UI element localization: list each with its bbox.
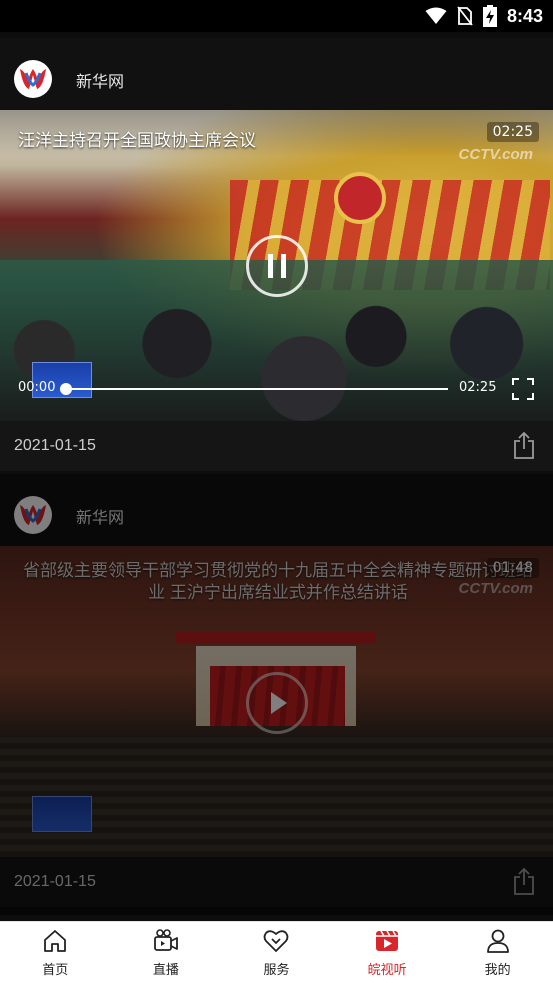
tab-home[interactable]: 首页 — [0, 922, 111, 983]
source-name[interactable]: 新华网 — [76, 504, 124, 528]
video-play-icon — [376, 930, 399, 951]
publish-date: 2021-01-15 — [14, 873, 96, 890]
xinwen-lianbo-logo — [32, 796, 92, 832]
card-header: 新华网 — [0, 38, 553, 110]
play-button[interactable] — [246, 672, 308, 734]
source-avatar[interactable] — [14, 60, 52, 98]
card-footer: 2021-01-15 — [0, 421, 553, 471]
service-heart-icon — [264, 930, 289, 952]
play-icon — [271, 692, 287, 714]
video-player[interactable]: 汪洋主持召开全国政协主席会议 02:25 CCTV.com 00:00 02:2… — [0, 110, 553, 421]
current-time: 00:00 — [18, 380, 56, 395]
video-card[interactable]: 新华网 省部级主要领导干部学习贯彻党的十九届五中全会精神专题研讨班结业 王沪宁出… — [0, 474, 553, 915]
progress-track[interactable] — [64, 388, 448, 390]
tab-label: 直播 — [152, 962, 179, 977]
bottom-tab-bar: 首页 直播 服务 皖视听 我的 — [0, 921, 553, 983]
cctv-watermark: CCTV.com — [458, 146, 533, 163]
publish-date: 2021-01-15 — [14, 437, 96, 454]
fullscreen-icon[interactable] — [512, 378, 534, 400]
source-name[interactable]: 新华网 — [76, 68, 124, 92]
tab-live[interactable]: 直播 — [111, 922, 222, 983]
wifi-icon — [425, 7, 447, 24]
xinhua-logo-icon — [20, 69, 46, 89]
tab-service[interactable]: 服务 — [221, 922, 332, 983]
share-icon[interactable] — [513, 867, 535, 895]
home-icon — [44, 930, 67, 952]
video-card: 新华网 汪洋主持召开全国政协主席会议 02:25 CCTV.com 00:00 … — [0, 38, 553, 471]
pause-button[interactable] — [246, 235, 308, 297]
cctv-watermark: CCTV.com — [458, 580, 533, 597]
no-sim-icon — [457, 6, 473, 26]
card-footer: 2021-01-15 — [0, 857, 553, 907]
video-frame-emblem — [334, 172, 386, 224]
tab-video[interactable]: 皖视听 — [332, 922, 443, 983]
total-time: 02:25 — [459, 380, 497, 395]
user-icon — [486, 929, 509, 953]
tab-label: 服务 — [263, 962, 290, 977]
video-title: 汪洋主持召开全国政协主席会议 — [18, 131, 256, 150]
card-header: 新华网 — [0, 474, 553, 546]
video-feed[interactable]: 新华网 汪洋主持召开全国政协主席会议 02:25 CCTV.com 00:00 … — [0, 32, 553, 921]
pause-icon — [268, 254, 286, 278]
progress-knob[interactable] — [60, 383, 72, 395]
xinhua-logo-icon — [20, 505, 46, 525]
battery-charging-icon — [482, 5, 497, 27]
tab-label: 皖视听 — [367, 962, 407, 977]
status-icons: 8:43 — [425, 4, 543, 28]
tab-label: 我的 — [484, 962, 511, 977]
video-duration: 01:48 — [486, 558, 539, 578]
video-thumbnail[interactable]: 省部级主要领导干部学习贯彻党的十九届五中全会精神专题研讨班结业 王沪宁出席结业式… — [0, 546, 553, 857]
playback-controls: 00:00 02:25 — [0, 372, 553, 402]
video-duration: 02:25 — [486, 122, 539, 142]
video-frame-banner — [176, 632, 376, 644]
status-bar: 8:43 — [0, 0, 553, 32]
source-avatar[interactable] — [14, 496, 52, 534]
status-time: 8:43 — [506, 5, 543, 26]
tab-profile[interactable]: 我的 — [442, 922, 553, 983]
tab-label: 首页 — [42, 962, 69, 977]
live-camera-icon — [153, 929, 178, 951]
share-icon[interactable] — [513, 431, 535, 459]
